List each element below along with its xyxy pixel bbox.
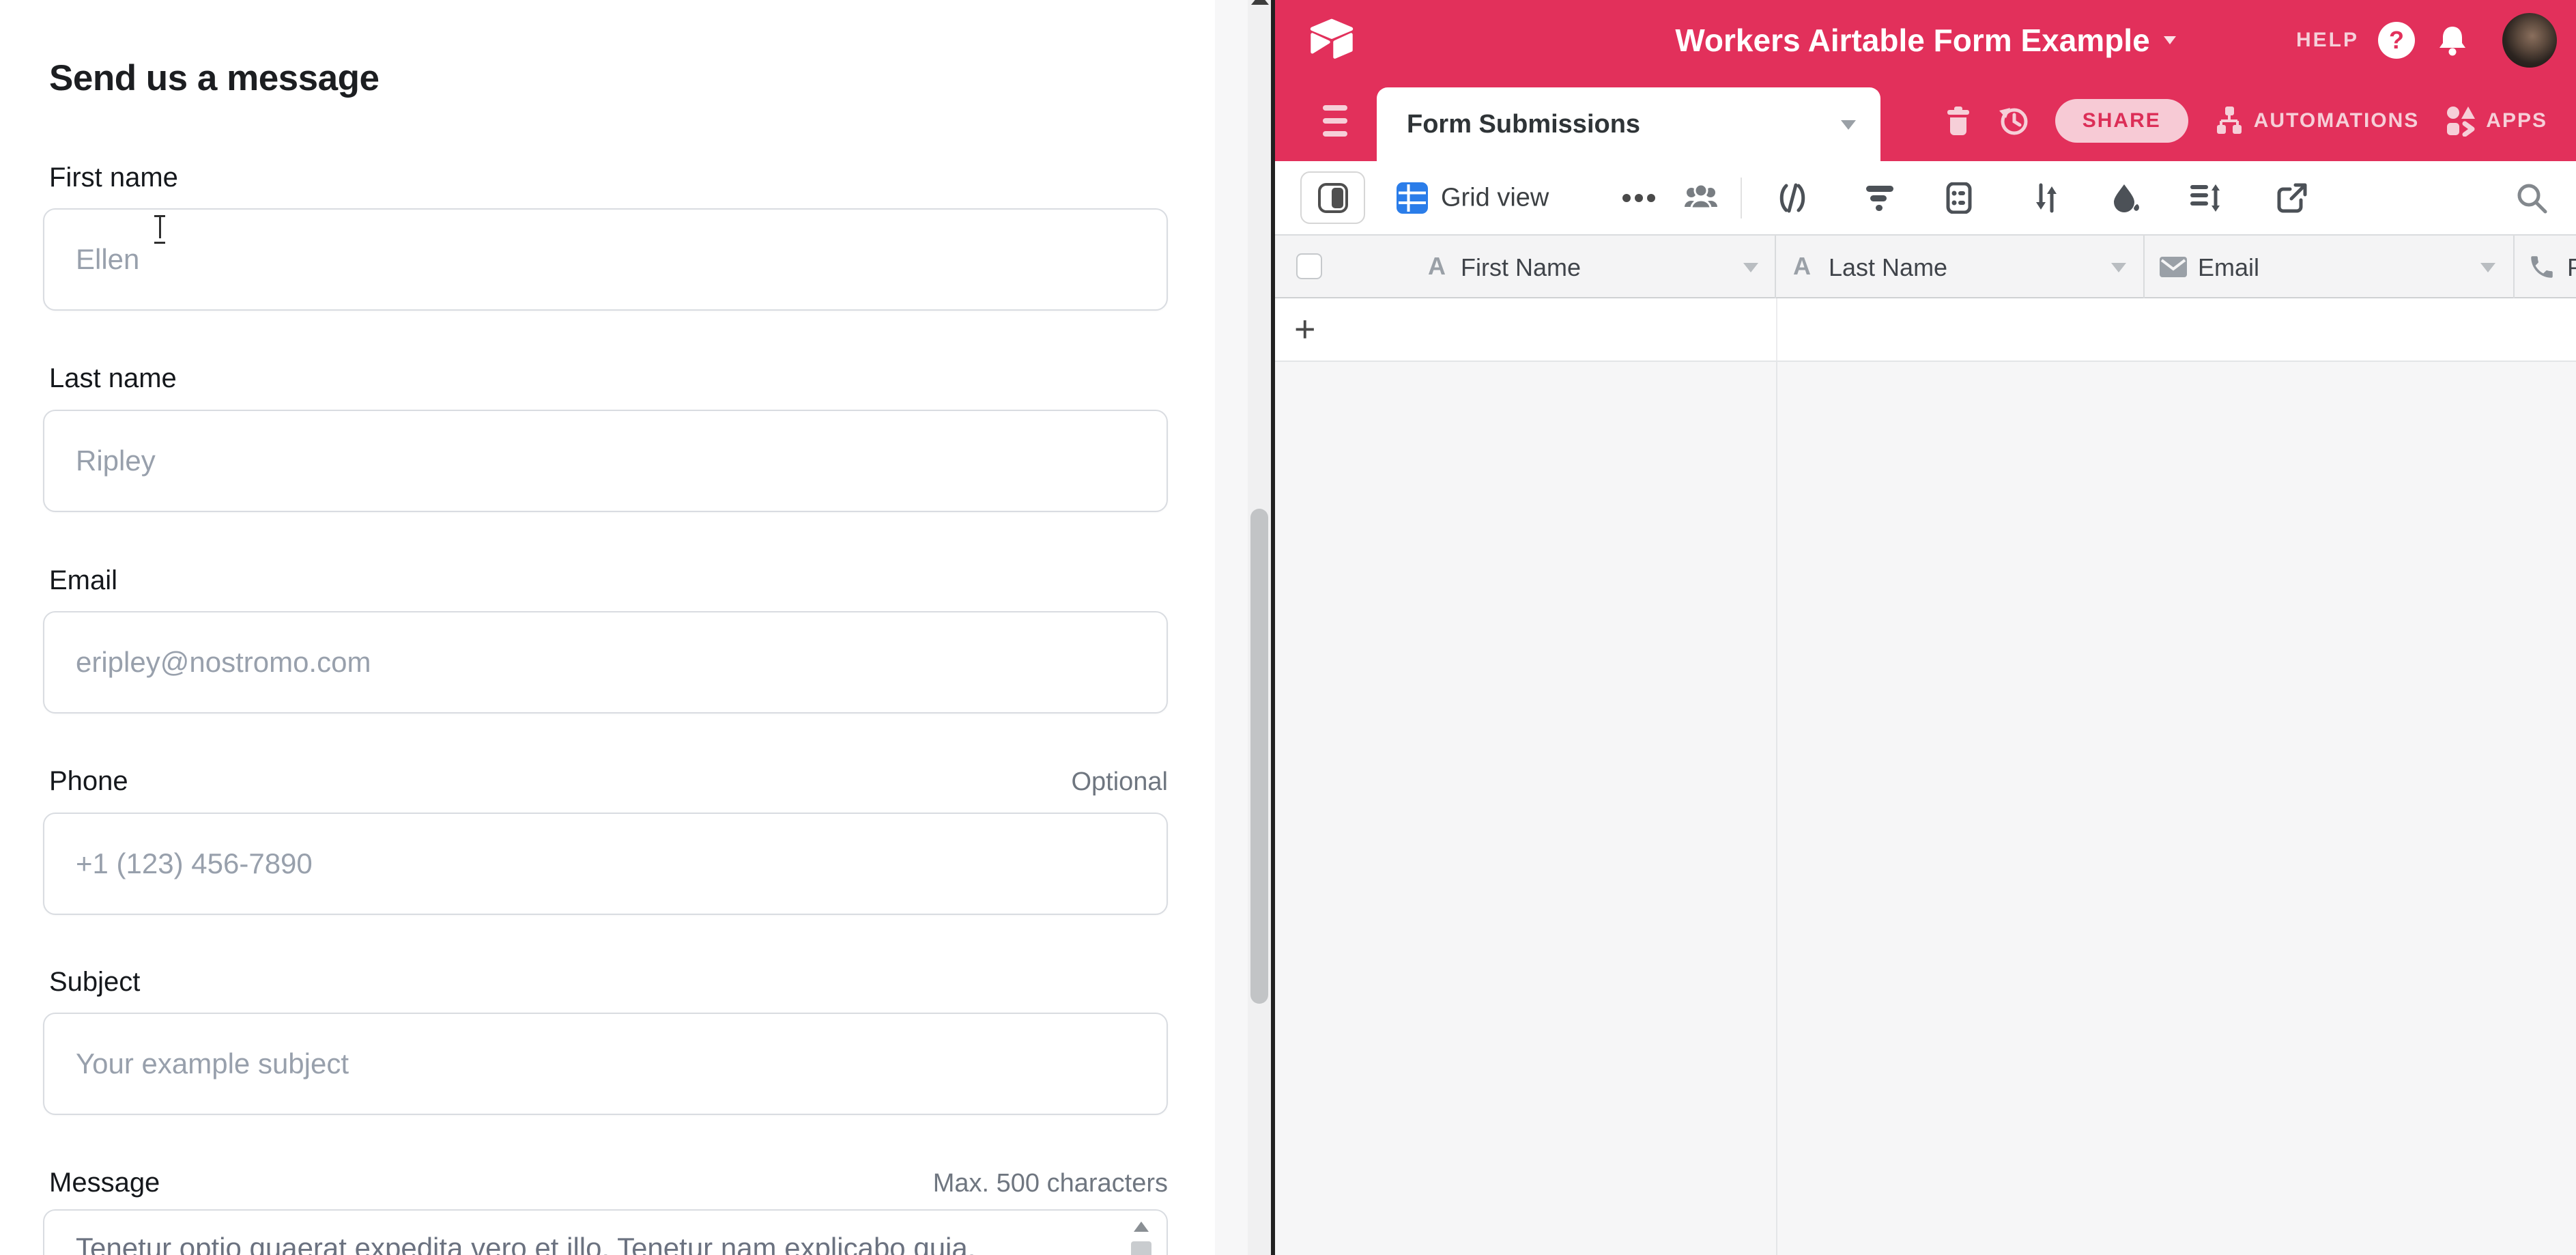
text-field-type-icon: A — [1428, 252, 1446, 281]
base-title[interactable]: Workers Airtable Form Example — [1675, 22, 2149, 59]
grid-view-icon[interactable] — [1396, 182, 1429, 214]
topbar-right-cluster: HELP ? — [2296, 0, 2576, 81]
help-question-icon[interactable]: ? — [2378, 22, 2415, 59]
last-name-input[interactable] — [43, 410, 1168, 512]
column-caret-icon[interactable] — [1743, 263, 1758, 272]
base-title-caret-icon[interactable] — [2164, 36, 2176, 44]
message-label: Message — [49, 1168, 160, 1198]
tab-form-submissions[interactable]: Form Submissions — [1377, 87, 1880, 161]
column-caret-icon[interactable] — [2111, 263, 2126, 272]
textarea-scroll-up-icon[interactable] — [1134, 1222, 1149, 1232]
phone-field-type-icon — [2528, 253, 2556, 281]
column-name: Phone — [2567, 253, 2576, 282]
subject-input[interactable] — [43, 1013, 1168, 1115]
column-name: Last Name — [1829, 253, 1947, 282]
view-toolbar: Grid view — [1275, 161, 2576, 236]
color-icon[interactable] — [2110, 182, 2141, 214]
apps-icon — [2445, 105, 2476, 137]
history-icon[interactable] — [1998, 105, 2029, 137]
toolbar-divider — [1741, 178, 1742, 218]
group-icon[interactable] — [1943, 182, 1975, 214]
hamburger-menu-icon[interactable] — [1323, 105, 1347, 137]
bell-icon[interactable] — [2437, 25, 2468, 56]
first-name-label: First name — [49, 163, 178, 193]
grid-header-row: A First Name A Last Name Email — [1275, 236, 2576, 298]
trash-icon[interactable] — [1945, 105, 1972, 137]
sidebar-icon — [1317, 182, 1349, 214]
email-field[interactable] — [43, 611, 1168, 714]
email-field-type-icon — [2160, 257, 2187, 277]
column-header-email[interactable]: Email — [2145, 236, 2515, 298]
views-sidebar-toggle-button[interactable] — [1300, 171, 1365, 224]
grid-empty-area — [1275, 362, 2576, 1255]
column-divider — [1776, 362, 1777, 1255]
hide-fields-icon[interactable] — [1777, 182, 1808, 214]
airtable-topbar: Workers Airtable Form Example HELP ? — [1275, 0, 2576, 81]
column-divider — [1776, 298, 1777, 361]
column-name: Email — [2198, 253, 2259, 282]
add-row-plus-icon[interactable]: + — [1294, 311, 1316, 348]
phone-optional-hint: Optional — [1071, 767, 1168, 797]
column-header-phone[interactable]: Phone — [2515, 236, 2576, 298]
add-row[interactable]: + — [1275, 298, 2576, 362]
airtable-tabbar: Form Submissions — [1275, 81, 2576, 161]
subject-label: Subject — [49, 967, 140, 998]
page-gutter — [1215, 0, 1248, 1255]
table-tab-caret-icon[interactable] — [1841, 120, 1856, 130]
collaborators-icon[interactable] — [1683, 184, 1719, 212]
automations-icon — [2214, 106, 2244, 136]
page-title: Send us a message — [49, 57, 379, 99]
page-scrollbar-thumb[interactable] — [1250, 509, 1268, 1004]
column-caret-icon[interactable] — [2480, 263, 2495, 272]
message-maxchars-hint: Max. 500 characters — [933, 1169, 1168, 1198]
column-header-first-name[interactable]: A First Name — [1275, 236, 1776, 298]
first-name-input[interactable] — [43, 208, 1168, 311]
active-table-name: Form Submissions — [1407, 87, 1640, 161]
search-icon[interactable] — [2515, 182, 2548, 214]
help-button[interactable]: HELP — [2296, 29, 2359, 52]
text-field-type-icon: A — [1793, 252, 1811, 281]
message-textarea[interactable]: Tenetur optio quaerat expedita vero et i… — [43, 1209, 1168, 1255]
sort-icon[interactable] — [2031, 182, 2062, 214]
view-name[interactable]: Grid view — [1441, 183, 1549, 212]
column-header-last-name[interactable]: A Last Name — [1776, 236, 2145, 298]
select-all-checkbox[interactable] — [1296, 253, 1322, 279]
filter-icon[interactable] — [1864, 182, 1895, 214]
share-view-icon[interactable] — [2276, 182, 2308, 214]
last-name-label: Last name — [49, 363, 177, 394]
phone-label: Phone — [49, 766, 128, 797]
avatar[interactable] — [2502, 13, 2557, 68]
apps-button[interactable]: APPS — [2445, 105, 2547, 137]
email-label: Email — [49, 565, 117, 596]
phone-field[interactable] — [43, 813, 1168, 915]
textarea-scrollbar-thumb[interactable] — [1131, 1241, 1151, 1255]
row-height-icon[interactable] — [2189, 182, 2222, 214]
contact-form-pane: Send us a message First name Last name E… — [0, 0, 1248, 1255]
share-button[interactable]: SHARE — [2055, 99, 2188, 143]
automations-button[interactable]: AUTOMATIONS — [2214, 106, 2420, 136]
airtable-pane: Workers Airtable Form Example HELP ? — [1275, 0, 2576, 1255]
column-name: First Name — [1461, 253, 1581, 282]
tabbar-right-cluster: SHARE AUTOMATIONS — [1945, 81, 2576, 161]
text-cursor-icon — [153, 214, 167, 240]
page-scrollbar-up-icon[interactable] — [1251, 0, 1269, 5]
screen: Send us a message First name Last name E… — [0, 0, 2576, 1255]
more-options-icon[interactable] — [1622, 194, 1656, 202]
